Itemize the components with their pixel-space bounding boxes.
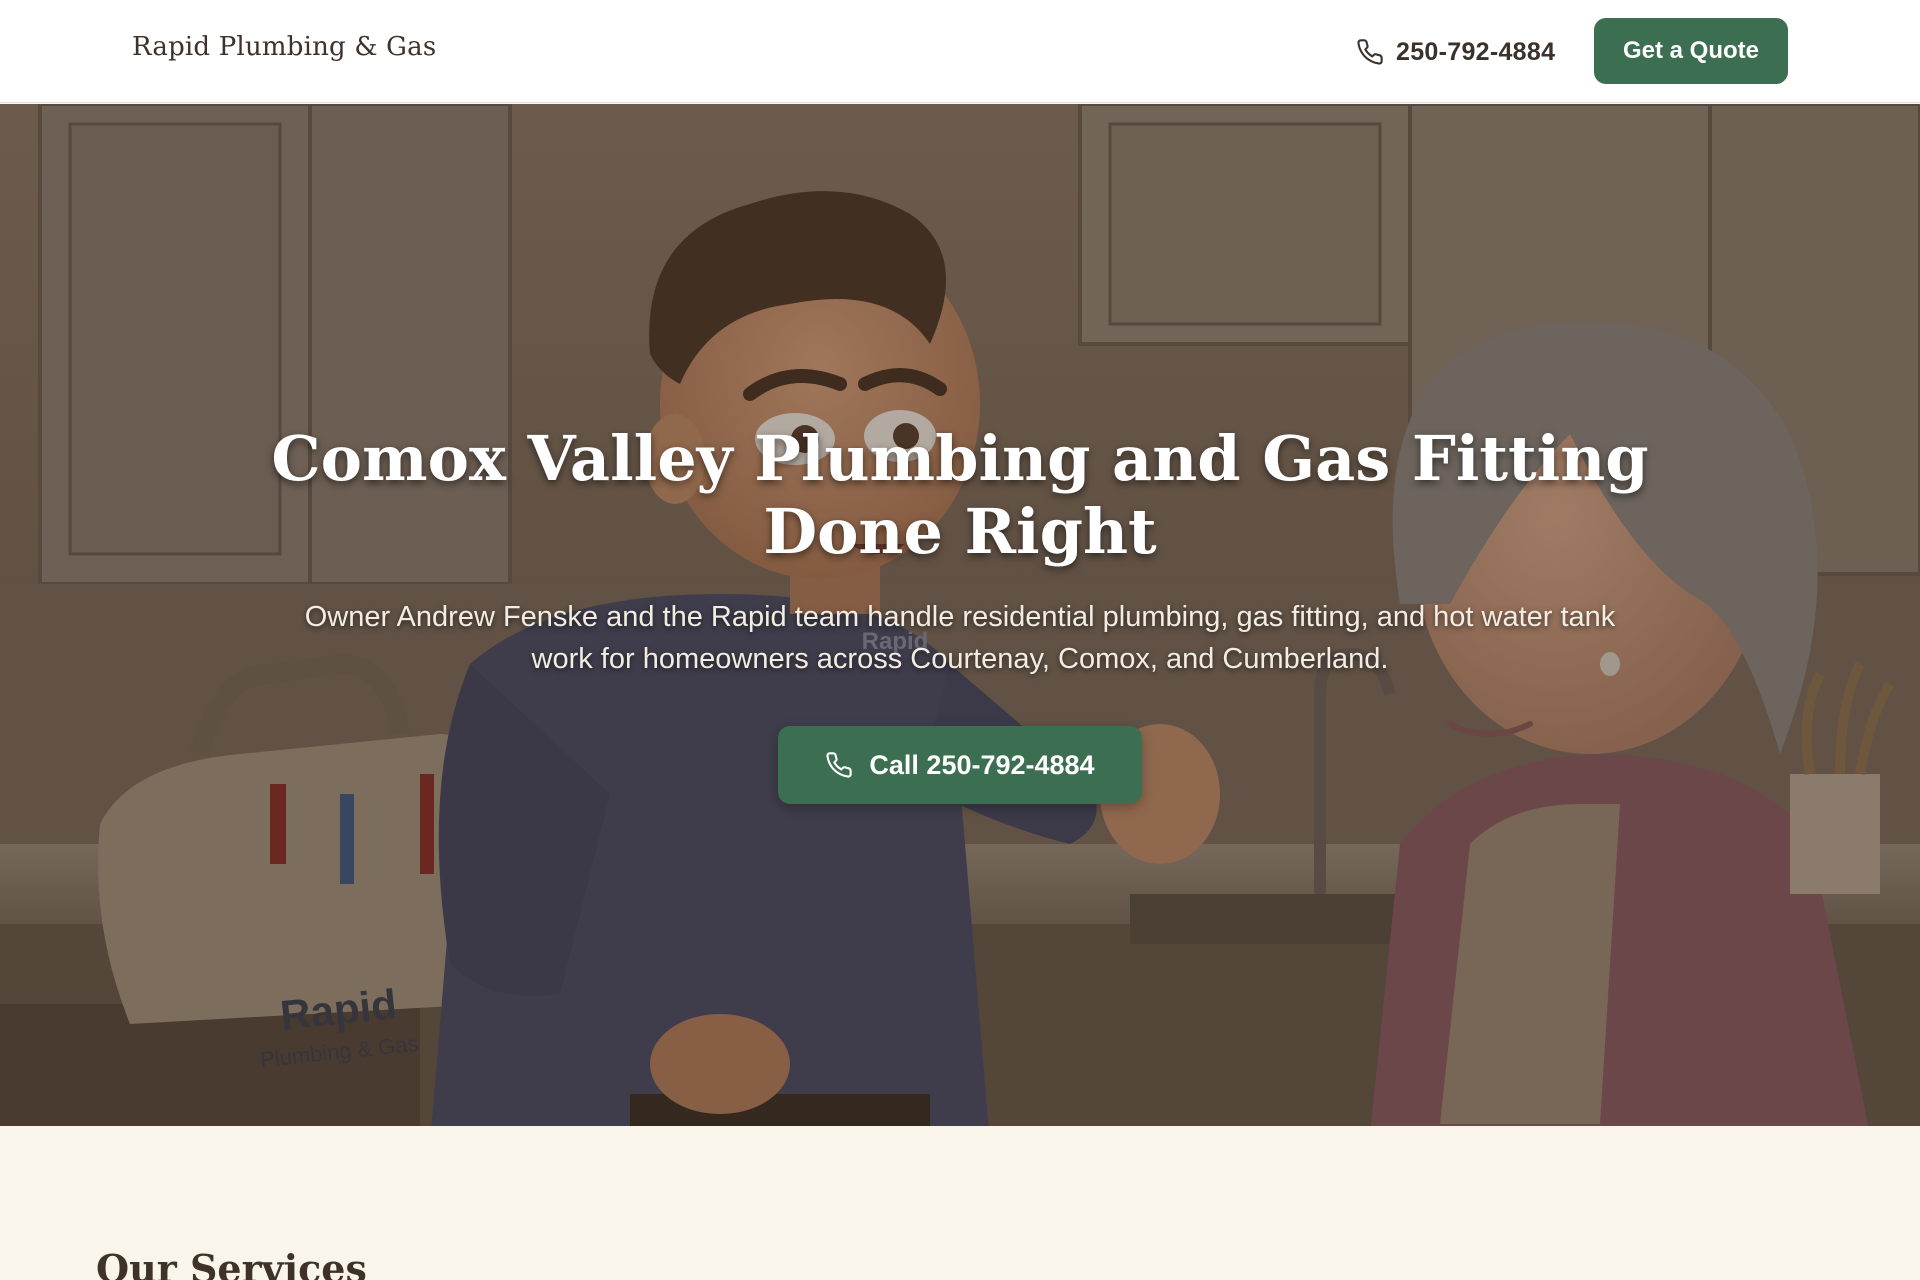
phone-icon xyxy=(826,752,853,778)
hero-subtitle: Owner Andrew Fenske and the Rapid team h… xyxy=(304,601,1616,675)
services-title: Our Services xyxy=(96,1246,367,1280)
services-section: Our Services xyxy=(0,1126,1920,1280)
call-button-label: Call 250-792-4884 xyxy=(869,749,1095,780)
phone-icon xyxy=(1357,39,1383,65)
brand-name[interactable]: Rapid Plumbing & Gas xyxy=(132,32,436,62)
site-header: Rapid Plumbing & Gas 250-792-4884 Get a … xyxy=(0,0,1920,103)
header-phone-number: 250-792-4884 xyxy=(1396,37,1556,66)
call-button[interactable]: Call 250-792-4884 xyxy=(778,726,1142,804)
hero-section: Rapid Plumbing & Gas Rapid Comox Valley … xyxy=(0,104,1920,1126)
header-phone-link[interactable]: 250-792-4884 xyxy=(1356,34,1555,70)
get-quote-button[interactable]: Get a Quote xyxy=(1594,18,1788,84)
hero-title: Comox Valley Plumbing and Gas Fitting Do… xyxy=(271,422,1649,568)
